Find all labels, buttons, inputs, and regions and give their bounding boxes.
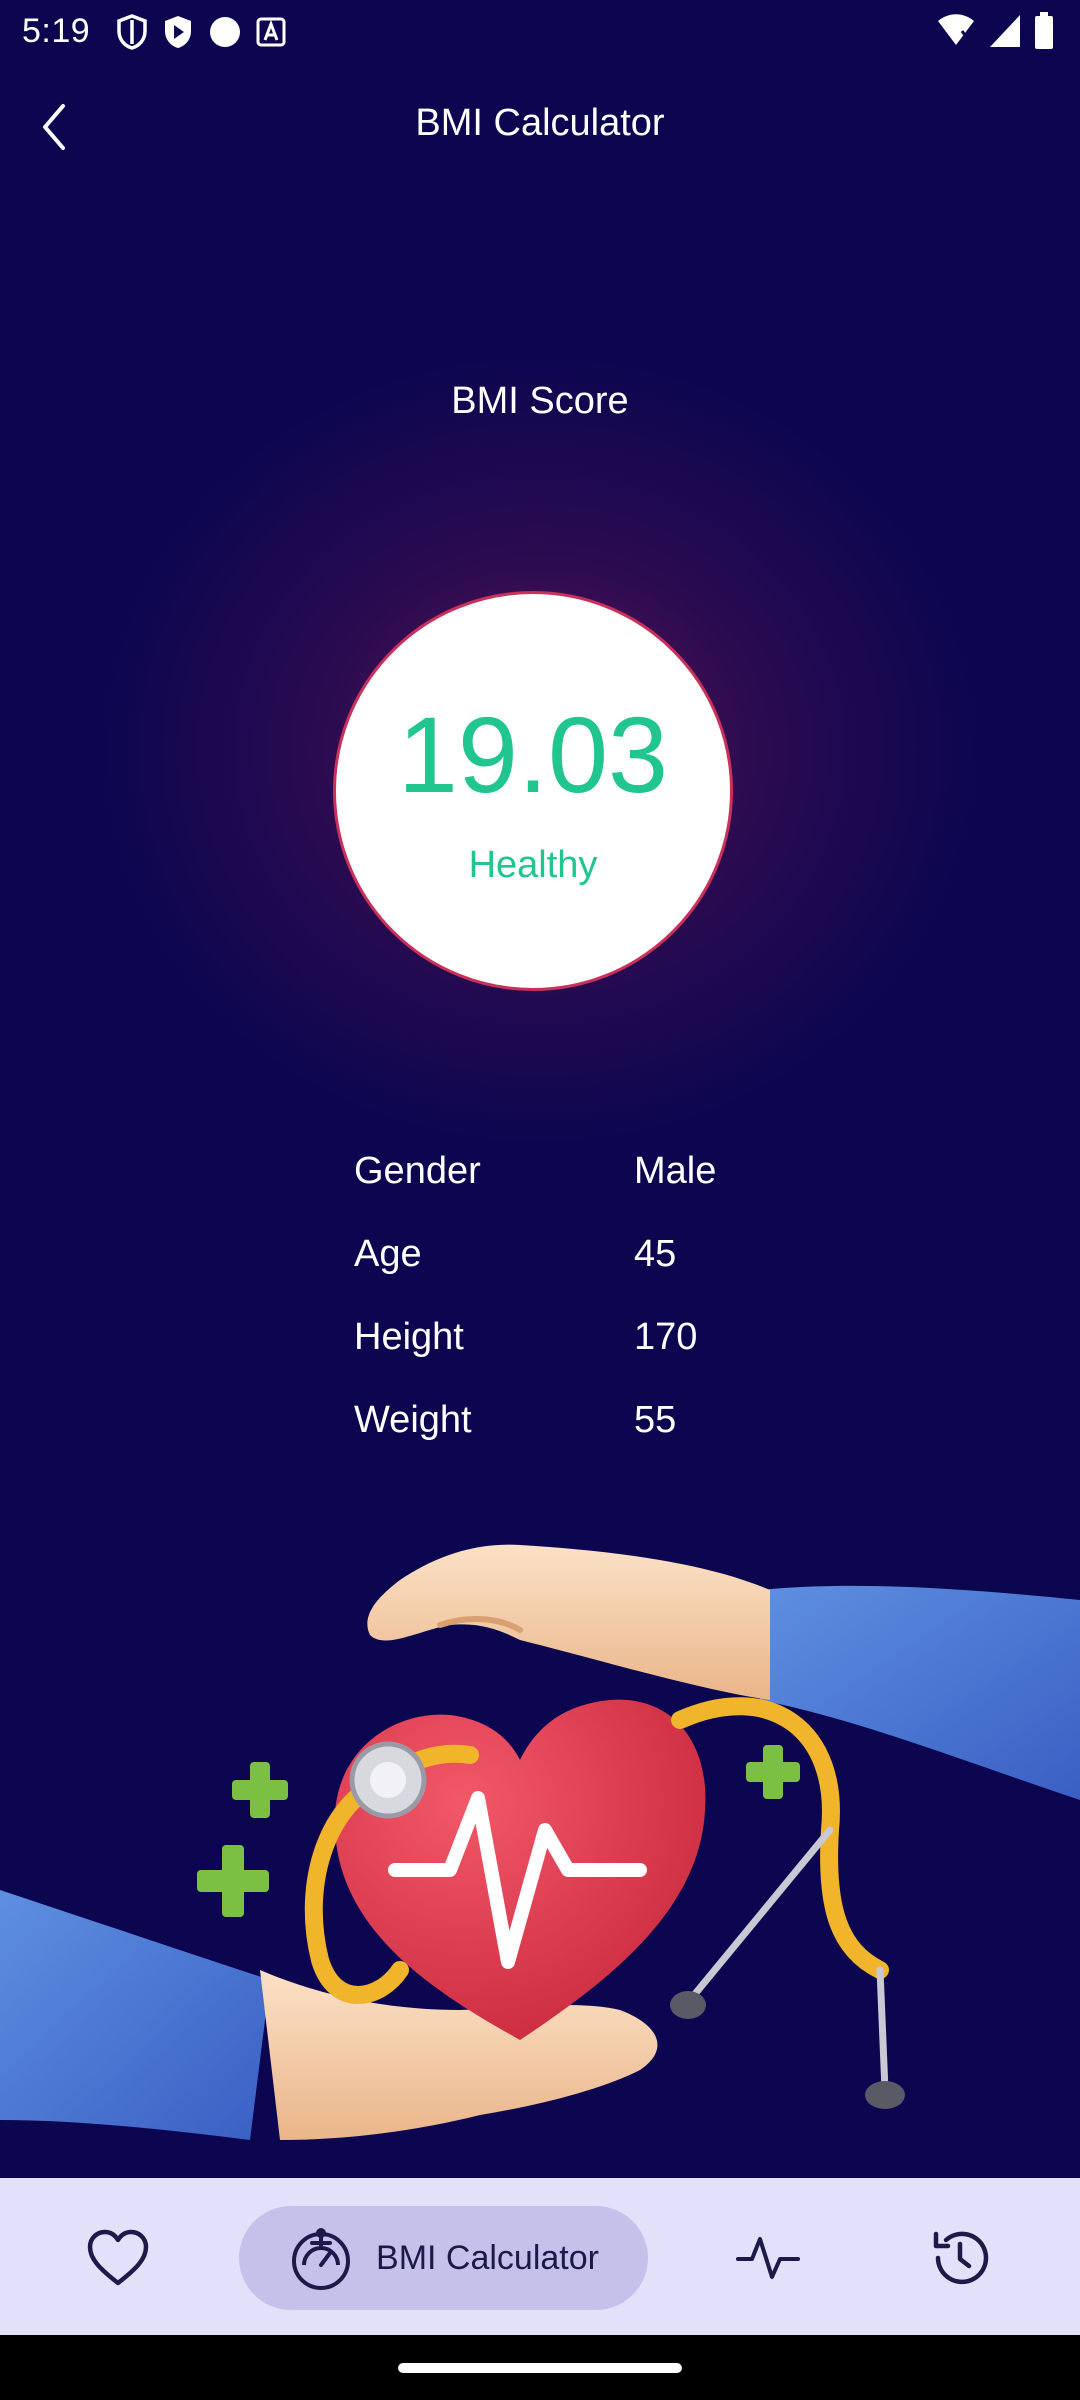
detail-value: 55 — [634, 1399, 677, 1441]
status-system-icons — [936, 12, 1054, 50]
nav-item-bmi-calculator[interactable]: BMI Calculator — [239, 2206, 648, 2310]
pulse-icon — [736, 2237, 800, 2279]
wifi-icon — [938, 14, 974, 46]
stethoscope-earpiece — [670, 1991, 706, 2019]
heart-care-illustration — [0, 1544, 1080, 2140]
status-notification-icons — [116, 14, 286, 50]
bottom-navigation: BMI Calculator — [0, 2178, 1080, 2335]
bmi-score-circle: 19.03 Healthy — [333, 591, 733, 991]
circle-icon — [210, 17, 240, 47]
bmi-scale-icon — [292, 2228, 351, 2290]
plus-icon — [746, 1745, 800, 1799]
left-sleeve — [0, 1890, 270, 2140]
right-sleeve — [760, 1585, 1080, 1800]
nav-item-history[interactable] — [910, 2206, 1010, 2310]
home-gesture-handle[interactable] — [398, 2363, 682, 2373]
bmi-score-value: 19.03 — [397, 694, 669, 815]
play-store-icon — [165, 16, 191, 48]
detail-value: 45 — [634, 1233, 677, 1275]
plus-icon — [232, 1762, 288, 1818]
signal-icon — [990, 15, 1020, 47]
detail-value: 170 — [634, 1316, 698, 1358]
bmi-status: Healthy — [468, 844, 598, 886]
shield-icon — [117, 14, 147, 50]
stethoscope-earpiece — [865, 2081, 905, 2109]
status-bar: 5:19 — [0, 0, 1080, 64]
heart-icon — [87, 2229, 149, 2286]
nav-item-activity[interactable] — [718, 2206, 818, 2310]
plus-icon — [197, 1845, 269, 1917]
bmi-score-label: BMI Score — [451, 380, 629, 422]
battery-icon — [1035, 12, 1053, 49]
detail-value: Male — [634, 1150, 717, 1192]
detail-label: Gender — [354, 1150, 481, 1192]
a-box-icon — [256, 17, 286, 47]
page-title: BMI Calculator — [415, 102, 665, 144]
detail-label: Age — [354, 1233, 422, 1275]
app-bar: BMI Calculator — [0, 64, 1080, 194]
nav-label: BMI Calculator — [376, 2238, 599, 2277]
detail-label: Height — [354, 1316, 464, 1358]
status-time: 5:19 — [22, 12, 91, 50]
gesture-bar — [0, 2335, 1080, 2400]
upper-hand — [367, 1544, 770, 1700]
history-icon — [933, 2231, 989, 2285]
detail-label: Weight — [354, 1399, 472, 1441]
nav-item-favorites[interactable] — [68, 2206, 168, 2310]
